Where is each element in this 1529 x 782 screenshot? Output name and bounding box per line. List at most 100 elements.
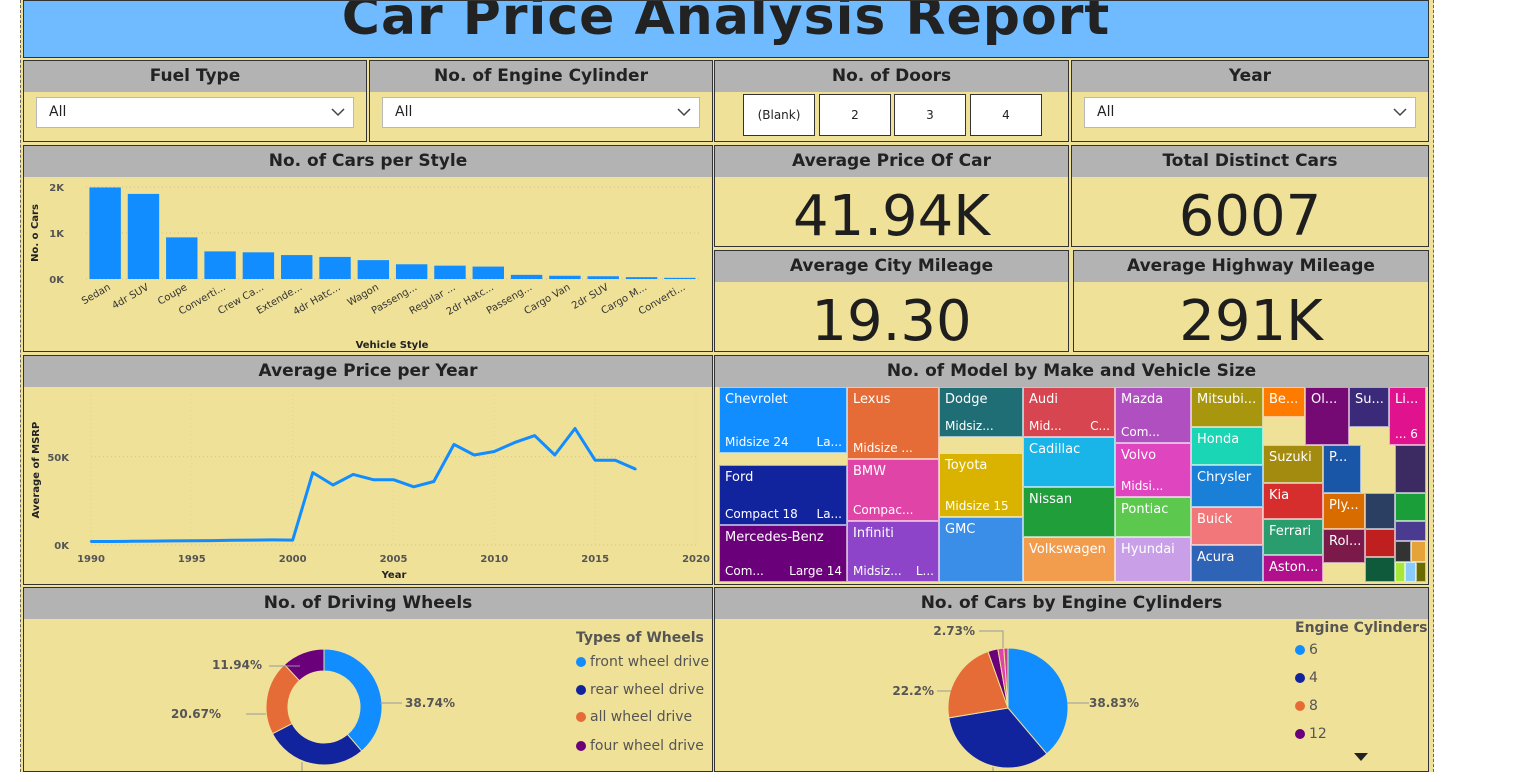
x-tick-label: 1995 xyxy=(178,554,206,565)
legend-label: four wheel drive xyxy=(590,738,704,754)
treemap-cell-label: Volkswagen xyxy=(1029,542,1106,557)
doors-option-blank[interactable]: (Blank) xyxy=(743,94,815,136)
treemap-cell[interactable]: Dodge Midsiz... xyxy=(939,387,1023,437)
treemap-cell[interactable]: P... xyxy=(1323,445,1361,493)
engine-cylinder-dropdown[interactable]: All xyxy=(382,97,700,128)
data-point xyxy=(432,480,436,483)
treemap-cell[interactable]: Volvo Midsi... xyxy=(1115,443,1191,497)
treemap-cell[interactable]: Rol... xyxy=(1323,529,1365,563)
legend-item-four-wheel[interactable]: four wheel drive xyxy=(576,738,704,754)
treemap-cell[interactable] xyxy=(1395,493,1426,521)
treemap-cell[interactable] xyxy=(1395,521,1426,541)
report-title-bar: Car Price Analysis Report xyxy=(23,0,1429,58)
data-label: 2.73% xyxy=(933,624,975,638)
legend-label: all wheel drive xyxy=(590,709,693,725)
treemap-cell[interactable]: Be... xyxy=(1263,387,1305,417)
treemap-subcell-label: Midsize 24 xyxy=(725,435,789,449)
treemap-subcell-label: Midsiz... xyxy=(945,419,994,433)
treemap-cell[interactable]: Infiniti Midsiz... L... xyxy=(847,521,939,582)
city-mileage-value: 19.30 xyxy=(811,289,972,352)
treemap-cell-label: Hyundai xyxy=(1121,542,1175,557)
treemap-cell-label: Be... xyxy=(1269,392,1299,407)
legend-scroll-down-icon[interactable] xyxy=(1353,752,1369,762)
fuel-type-label: Fuel Type xyxy=(24,61,366,92)
data-point xyxy=(291,538,294,542)
avg-price-label: Average Price Of Car xyxy=(715,146,1068,177)
data-point xyxy=(573,427,577,430)
treemap-subcell-label: Compac... xyxy=(853,503,914,517)
treemap-cell[interactable] xyxy=(1365,557,1395,582)
treemap-cell[interactable]: GMC xyxy=(939,517,1023,582)
treemap-cell[interactable]: Ply... xyxy=(1323,493,1365,529)
y-axis-label: Average of MSRP xyxy=(31,422,42,519)
legend-item-rear-wheel[interactable]: rear wheel drive xyxy=(576,682,704,698)
fuel-type-dropdown[interactable]: All xyxy=(36,97,354,128)
y-tick-label: 0K xyxy=(54,541,70,552)
treemap-cell[interactable]: Mazda Com... xyxy=(1115,387,1191,443)
treemap-cell[interactable]: Aston... xyxy=(1263,555,1323,582)
treemap-cell[interactable]: Ferrari xyxy=(1263,519,1323,555)
data-point xyxy=(513,441,516,444)
treemap-cell[interactable]: Toyota Midsize 15 xyxy=(939,453,1023,517)
legend-item-cyl-6[interactable]: 6 xyxy=(1295,642,1318,658)
highway-mileage-label: Average Highway Mileage xyxy=(1074,251,1428,282)
legend-item-cyl-4[interactable]: 4 xyxy=(1295,670,1318,686)
treemap-cell[interactable] xyxy=(1416,562,1426,582)
treemap-cell-label: Ferrari xyxy=(1269,524,1312,539)
treemap-cell-label: Ford xyxy=(725,470,754,485)
style-bar-chart: 2K1K0KSedan4dr SUV CoupeConverti...Crew C… xyxy=(30,183,699,351)
treemap-cell[interactable]: Suzuki xyxy=(1263,445,1323,483)
treemap-cell[interactable]: Honda xyxy=(1191,427,1263,465)
bar xyxy=(395,264,428,279)
legend-marker-icon xyxy=(1295,729,1305,739)
treemap-cell[interactable]: Nissan xyxy=(1023,487,1115,537)
treemap-cell[interactable] xyxy=(1395,445,1426,493)
leader-line xyxy=(979,630,1004,648)
doors-option-3[interactable]: 3 xyxy=(894,94,966,136)
treemap-cell[interactable] xyxy=(1405,562,1416,582)
treemap-cell[interactable]: Chrysler xyxy=(1191,465,1263,507)
fuel-type-value: All xyxy=(49,104,67,120)
treemap-cell[interactable] xyxy=(1365,493,1395,529)
treemap-cell[interactable]: Ol... xyxy=(1305,387,1349,445)
treemap-cell[interactable]: Volkswagen xyxy=(1023,537,1115,582)
treemap-cell[interactable]: Pontiac xyxy=(1115,497,1191,537)
data-point xyxy=(412,485,415,488)
data-point xyxy=(271,538,274,542)
treemap-cell[interactable]: Su... xyxy=(1349,387,1389,427)
legend-item-cyl-8[interactable]: 8 xyxy=(1295,698,1318,714)
treemap-cell[interactable]: Chevrolet Midsize 24 La... xyxy=(719,387,847,453)
treemap-cell[interactable] xyxy=(1365,529,1395,557)
treemap-cell[interactable]: Hyundai xyxy=(1115,537,1191,582)
highway-mileage-value: 291K xyxy=(1179,289,1323,352)
treemap-cell[interactable]: Cadillac xyxy=(1023,437,1115,487)
legend-item-front-wheel[interactable]: front wheel drive xyxy=(576,654,709,670)
data-point xyxy=(593,459,597,462)
legend-label: 12 xyxy=(1309,726,1327,742)
treemap-cell-label: BMW xyxy=(853,464,886,479)
treemap-cell[interactable] xyxy=(1395,541,1411,562)
year-dropdown[interactable]: All xyxy=(1084,97,1416,128)
treemap-cell[interactable]: Lexus Midsize ... xyxy=(847,387,939,459)
treemap-cell-label: Buick xyxy=(1197,512,1233,527)
treemap-cell[interactable]: Ford Compact 18 La... xyxy=(719,465,847,525)
treemap-cell[interactable]: BMW Compac... xyxy=(847,459,939,521)
treemap-cell[interactable]: Audi Mid... C... xyxy=(1023,387,1115,437)
treemap-cell[interactable]: Acura xyxy=(1191,545,1263,582)
treemap-cell[interactable]: Kia xyxy=(1263,483,1323,519)
treemap-cell[interactable]: Buick xyxy=(1191,507,1263,545)
doors-option-4[interactable]: 4 xyxy=(970,94,1042,136)
doors-option-2[interactable]: 2 xyxy=(819,94,891,136)
treemap-cell[interactable]: Mercedes-Benz Com... Large 14 xyxy=(719,525,847,582)
treemap-subcell-label: Com... xyxy=(725,564,764,578)
legend-item-cyl-12[interactable]: 12 xyxy=(1295,726,1327,742)
fuel-type-slicer: Fuel Type All xyxy=(23,60,367,142)
legend-item-all-wheel[interactable]: all wheel drive xyxy=(576,709,692,725)
data-point xyxy=(190,539,194,542)
treemap-cell[interactable] xyxy=(1411,541,1426,562)
treemap-subcell-label: Com... xyxy=(1121,425,1160,439)
treemap-cell[interactable]: Mitsubi... xyxy=(1191,387,1263,427)
treemap-cell[interactable] xyxy=(1395,562,1405,582)
wheels-chart-title: No. of Driving Wheels xyxy=(24,588,712,619)
treemap-cell[interactable]: Li... ... 6 xyxy=(1389,387,1426,445)
